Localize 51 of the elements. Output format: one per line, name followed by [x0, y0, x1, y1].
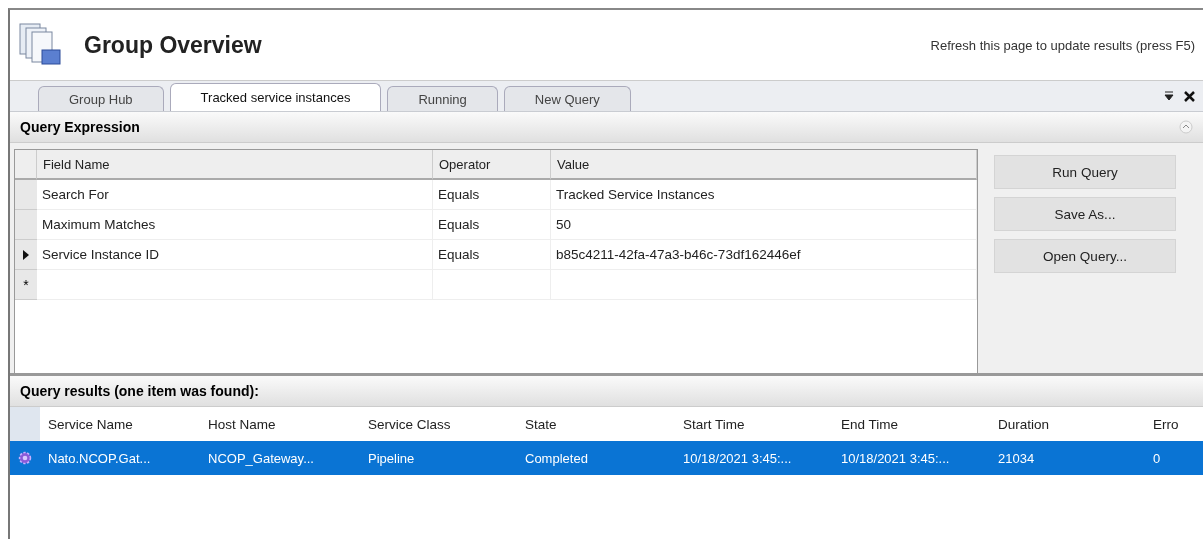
- dropdown-icon[interactable]: [1164, 91, 1174, 101]
- tab[interactable]: Group Hub: [38, 86, 164, 111]
- result-row-marker[interactable]: [10, 441, 40, 475]
- new-row-header[interactable]: *: [15, 270, 37, 300]
- column-header[interactable]: Value: [551, 150, 977, 180]
- corner-cell: [15, 150, 37, 180]
- current-row-icon: [22, 249, 30, 260]
- gear-icon: [18, 449, 32, 467]
- column-header[interactable]: Service Name: [40, 407, 200, 441]
- query-button[interactable]: Run Query: [994, 155, 1176, 189]
- column-header[interactable]: Erro: [1145, 407, 1203, 441]
- table-cell: Equals: [433, 180, 551, 210]
- column-header[interactable]: Duration: [990, 407, 1145, 441]
- table-cell: Nato.NCOP.Gat...: [40, 441, 200, 475]
- table-cell: 0: [1145, 441, 1203, 475]
- refresh-hint: Refresh this page to update results (press F5): [930, 37, 1195, 53]
- section-title: Query results (one item was found):: [20, 383, 260, 399]
- table-cell: 10/18/2021 3:45:...: [675, 441, 833, 475]
- tab[interactable]: Running: [387, 86, 498, 111]
- section-title: Query Expression: [20, 119, 141, 135]
- page-title: Group Overview: [84, 31, 263, 59]
- table-cell: Search For: [37, 180, 433, 210]
- corner-cell: [10, 407, 40, 441]
- empty-cell[interactable]: [551, 270, 977, 300]
- column-header[interactable]: End Time: [833, 407, 990, 441]
- table-cell: 21034: [990, 441, 1145, 475]
- table-cell: Equals: [433, 240, 551, 270]
- table-cell: Service Instance ID: [37, 240, 433, 270]
- group-icon: [18, 22, 64, 68]
- table-cell: Equals: [433, 210, 551, 240]
- collapse-icon[interactable]: [1179, 120, 1193, 134]
- tab[interactable]: Tracked service instances: [169, 83, 382, 111]
- table-cell: 50: [551, 210, 977, 240]
- row-header[interactable]: [15, 240, 37, 270]
- column-header[interactable]: Field Name: [37, 150, 433, 180]
- table-cell: Completed: [517, 441, 675, 475]
- column-header[interactable]: Operator: [433, 150, 551, 180]
- table-cell: Tracked Service Instances: [551, 180, 977, 210]
- column-header[interactable]: Service Class: [360, 407, 517, 441]
- close-icon[interactable]: [1184, 90, 1195, 102]
- column-header[interactable]: Start Time: [675, 407, 833, 441]
- query-button[interactable]: Open Query...: [994, 239, 1176, 273]
- table-cell: Pipeline: [360, 441, 517, 475]
- table-cell: b85c4211-42fa-47a3-b46c-73df162446ef: [551, 240, 977, 270]
- table-cell: 10/18/2021 3:45:...: [833, 441, 990, 475]
- query-button[interactable]: Save As...: [994, 197, 1176, 231]
- column-header[interactable]: State: [517, 407, 675, 441]
- tab[interactable]: New Query: [503, 86, 631, 111]
- column-header[interactable]: Host Name: [200, 407, 360, 441]
- table-cell: Maximum Matches: [37, 210, 433, 240]
- table-cell: NCOP_Gateway...: [200, 441, 360, 475]
